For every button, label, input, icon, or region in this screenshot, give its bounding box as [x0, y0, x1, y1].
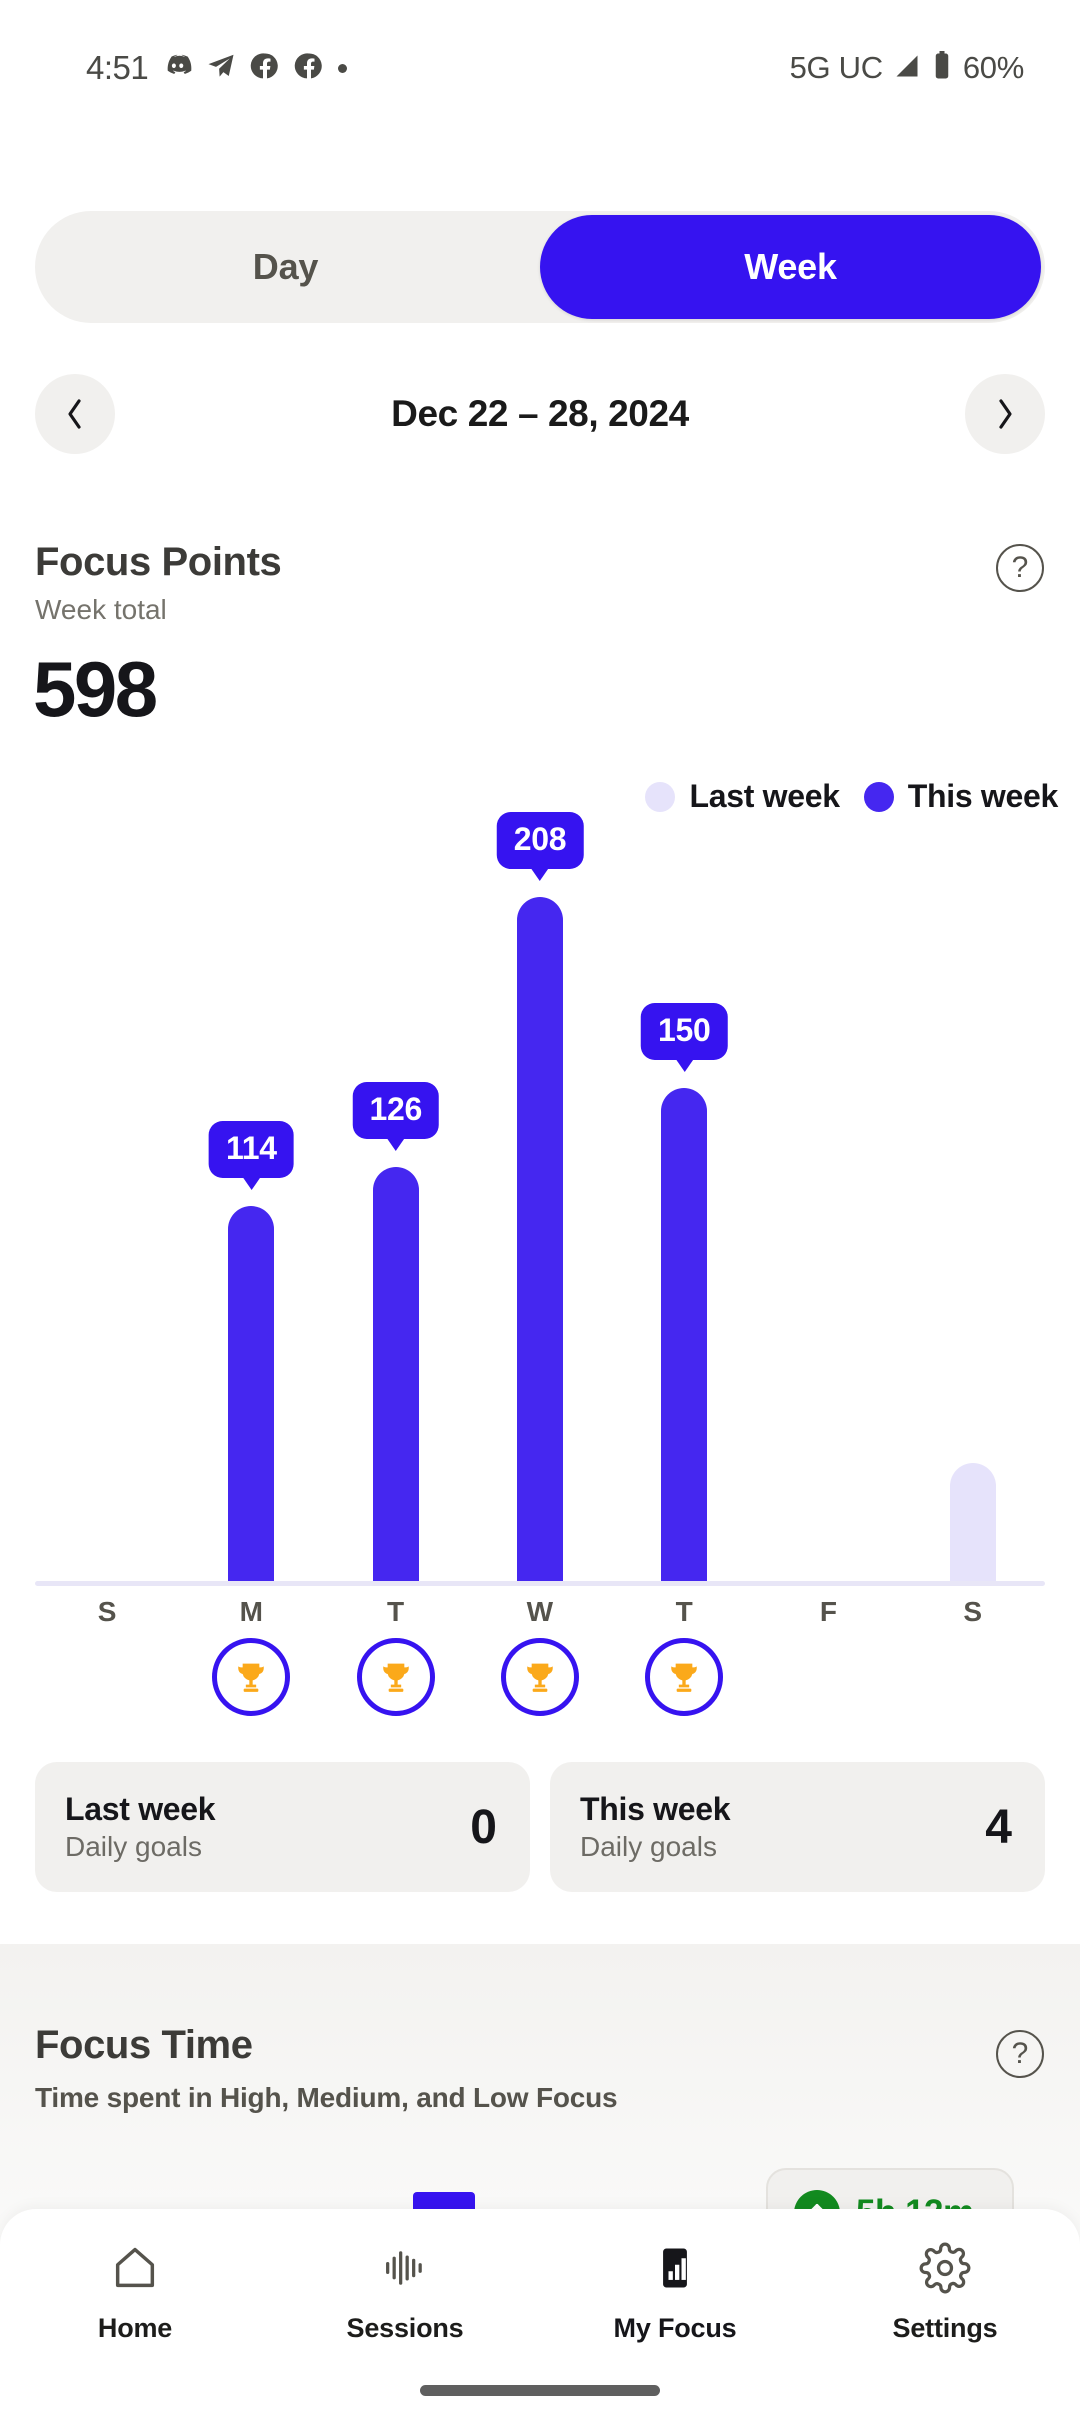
last-week-goals-value: 0 — [470, 1800, 497, 1854]
nav-item-settings[interactable]: Settings — [810, 2239, 1080, 2359]
x-axis-label-2: T — [387, 1596, 405, 1627]
this-week-goals-card[interactable]: This week Daily goals 4 — [550, 1762, 1045, 1892]
bottom-nav-items: Home Sessions My Focus Settings — [0, 2239, 1080, 2359]
status-bar-right: 5G UC 60% — [789, 50, 1025, 86]
daily-goal-trophies — [35, 1638, 1045, 1734]
bar-column-T-4[interactable]: 150 — [641, 1002, 728, 1581]
last-week-goals-subtitle: Daily goals — [65, 1831, 202, 1862]
x-axis-label-6: S — [963, 1596, 983, 1627]
bar-column-S-6[interactable] — [949, 1462, 996, 1581]
bar-value-badge: 208 — [496, 812, 584, 870]
nav-label-my-focus: My Focus — [613, 2313, 737, 2343]
this-week-goals-texts: This week Daily goals — [580, 1791, 731, 1863]
status-time: 4:51 — [86, 49, 149, 86]
tab-day[interactable]: Day — [35, 211, 536, 323]
x-axis-label-5: F — [819, 1596, 838, 1627]
legend-item-last-week: Last week — [645, 778, 840, 815]
chart-x-axis-labels: SMTWTFS — [35, 1596, 1045, 1644]
facebook-icon — [250, 51, 280, 86]
last-week-goals-title: Last week — [65, 1791, 216, 1827]
status-bar-left: 4:51 — [86, 49, 348, 87]
x-axis-label-4: T — [675, 1596, 693, 1627]
date-navigation: Dec 22 – 28, 2024 — [0, 374, 1080, 454]
bar-column-W-3[interactable]: 208 — [496, 812, 584, 1581]
trophy-icon — [231, 1657, 271, 1697]
focus-time-subtitle: Time spent in High, Medium, and Low Focu… — [35, 2082, 618, 2113]
next-week-button[interactable] — [965, 374, 1045, 454]
nav-label-sessions: Sessions — [346, 2313, 464, 2343]
home-icon — [109, 2239, 161, 2297]
bottom-navigation: Home Sessions My Focus Settings — [0, 2209, 1080, 2424]
home-indicator[interactable] — [420, 2385, 660, 2396]
tab-week[interactable]: Week — [540, 215, 1041, 319]
focus-points-help-button[interactable]: ? — [996, 544, 1044, 592]
nav-item-my-focus[interactable]: My Focus — [540, 2239, 810, 2359]
legend-swatch-this-week — [863, 781, 894, 812]
battery-icon — [931, 50, 953, 86]
bar — [661, 1087, 708, 1581]
this-week-goals-value: 4 — [985, 1800, 1012, 1854]
trophy-icon — [376, 1657, 416, 1697]
discord-icon — [162, 51, 192, 86]
focus-points-title: Focus Points — [35, 540, 282, 584]
this-week-goals-subtitle: Daily goals — [580, 1831, 717, 1862]
trophy-badge-T[interactable] — [645, 1638, 724, 1716]
bar-value-badge: 150 — [641, 1002, 728, 1060]
bar-value-badge: 126 — [352, 1081, 439, 1139]
facebook-icon — [294, 51, 324, 86]
nav-item-sessions[interactable]: Sessions — [270, 2239, 540, 2359]
bar-column-T-2[interactable]: 126 — [352, 1081, 439, 1581]
legend-swatch-last-week — [645, 781, 676, 812]
signal-icon — [893, 52, 921, 85]
nav-label-home: Home — [97, 2313, 173, 2343]
trophy-badge-M[interactable] — [212, 1638, 291, 1716]
daily-goals-cards: Last week Daily goals 0 This week Daily … — [35, 1762, 1045, 1892]
x-axis-label-0: S — [97, 1596, 117, 1627]
battery-percent: 60% — [962, 50, 1024, 85]
trophy-icon — [664, 1657, 704, 1697]
focus-points-bar-chart: 114 126 208 150 — [35, 812, 1045, 1590]
trophy-badge-T[interactable] — [356, 1638, 435, 1716]
bar — [228, 1206, 275, 1581]
chart-plot-area: 114 126 208 150 — [35, 812, 1045, 1586]
app-screen: 4:51 5G UC 60% Day Week Dec 22 – 28, 202… — [0, 0, 1080, 2424]
dot-icon — [338, 63, 348, 73]
bar — [517, 897, 563, 1581]
trophy-badge-W[interactable] — [501, 1638, 579, 1716]
trophy-icon — [520, 1657, 560, 1697]
date-range-label: Dec 22 – 28, 2024 — [391, 393, 689, 434]
x-axis-label-3: W — [526, 1596, 554, 1627]
last-week-goals-texts: Last week Daily goals — [65, 1791, 216, 1863]
chart-legend: Last week This week — [645, 778, 1058, 815]
bar — [372, 1166, 419, 1581]
telegram-icon — [206, 51, 236, 86]
focus-points-total: 598 — [33, 645, 158, 733]
last-week-goals-card[interactable]: Last week Daily goals 0 — [35, 1762, 530, 1892]
period-toggle[interactable]: Day Week — [35, 211, 1045, 323]
status-bar: 4:51 5G UC 60% — [0, 0, 1080, 110]
bar — [949, 1462, 996, 1581]
bar-value-badge: 114 — [209, 1121, 294, 1179]
focus-points-subtitle: Week total — [35, 594, 167, 625]
nav-item-home[interactable]: Home — [0, 2239, 270, 2359]
chart-axis-line — [35, 1581, 1045, 1586]
legend-label-this-week: This week — [907, 778, 1059, 814]
legend-item-this-week: This week — [863, 778, 1059, 815]
bar-chart-icon — [649, 2239, 701, 2297]
gear-icon — [919, 2239, 971, 2297]
this-week-goals-title: This week — [580, 1791, 731, 1827]
legend-label-last-week: Last week — [689, 778, 840, 814]
bar-column-M-1[interactable]: 114 — [209, 1121, 294, 1581]
network-label: 5G UC — [789, 50, 884, 85]
nav-label-settings: Settings — [892, 2313, 998, 2343]
x-axis-label-1: M — [239, 1596, 264, 1627]
focus-time-help-button[interactable]: ? — [996, 2030, 1044, 2078]
focus-time-title: Focus Time — [35, 2023, 253, 2067]
chevron-right-icon — [999, 399, 1012, 429]
waveform-icon — [379, 2239, 431, 2297]
